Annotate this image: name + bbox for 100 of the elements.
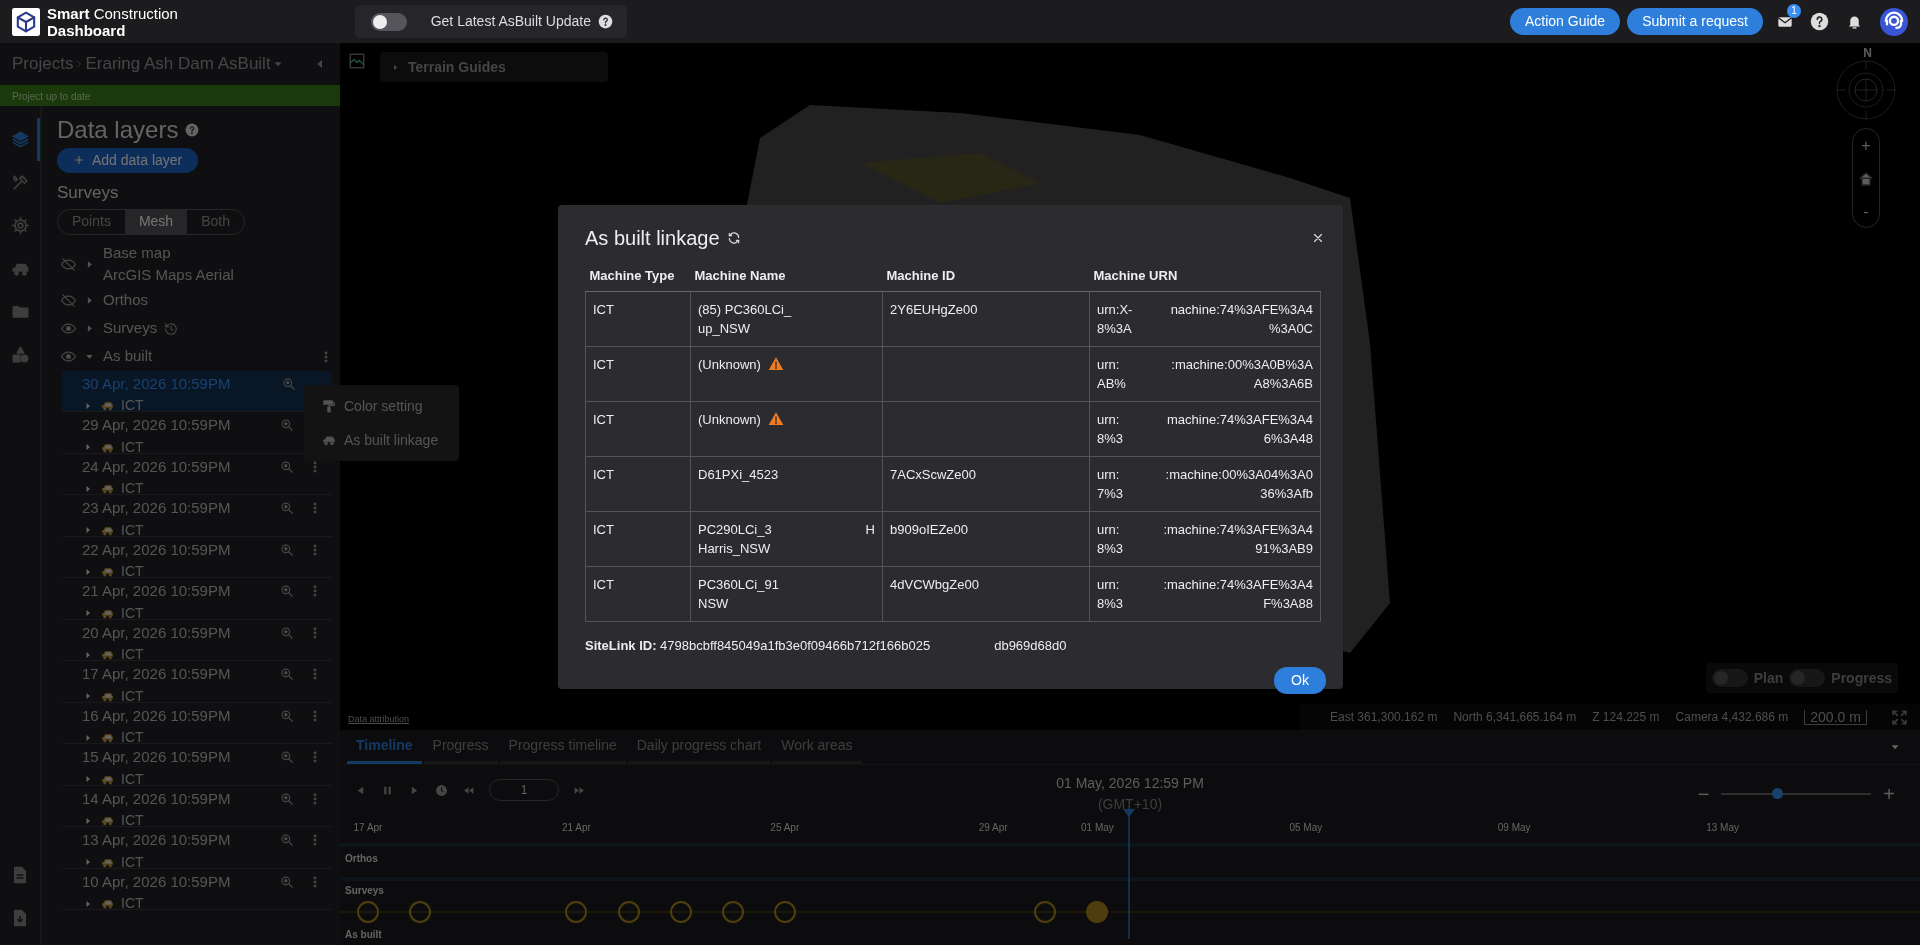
layer-source: ArcGIS Maps Aerial (103, 265, 234, 285)
search-icon[interactable] (280, 874, 294, 889)
clock-icon[interactable] (435, 783, 448, 797)
table-cell: 7ACxScwZe00 (882, 456, 1090, 511)
search-icon[interactable] (280, 625, 294, 640)
survey-marker[interactable] (409, 901, 432, 923)
search-icon[interactable] (280, 542, 294, 557)
help-icon[interactable] (1810, 12, 1829, 31)
hidden-eye-icon[interactable] (61, 256, 76, 272)
coordinate-readout: East 361,300.162 m (1330, 709, 1438, 726)
table-cell-text: urn: (1097, 575, 1120, 594)
survey-marker[interactable] (669, 901, 692, 923)
axis-label: 21 Apr (561, 821, 591, 835)
survey-marker[interactable] (565, 901, 588, 923)
search-icon[interactable] (280, 459, 294, 474)
step-field[interactable]: 1 (489, 779, 559, 801)
search-icon[interactable] (280, 750, 294, 765)
tools-icon[interactable] (10, 173, 30, 192)
survey-date: 23 Apr, 2026 10:59PM (82, 498, 231, 518)
eye-icon[interactable] (61, 349, 76, 364)
survey-row[interactable]: 13 Apr, 2026 10:59PM ICT (62, 827, 332, 869)
download-document-icon[interactable] (11, 908, 29, 927)
axis-label: 01 May (1081, 821, 1114, 835)
vehicle-icon (101, 897, 114, 910)
mode-tab[interactable]: Mesh (124, 209, 188, 234)
machine-type: ICT (121, 562, 144, 581)
search-icon[interactable] (280, 584, 294, 599)
survey-row[interactable]: 23 Apr, 2026 10:59PM ICT (62, 495, 332, 537)
survey-row[interactable]: 30 Apr, 2026 10:59PM ICT (62, 370, 332, 412)
survey-row[interactable]: 10 Apr, 2026 10:59PM ICT (62, 868, 332, 910)
close-icon[interactable] (1311, 231, 1325, 245)
action-button[interactable]: Submit a request (1627, 8, 1763, 35)
survey-date: 14 Apr, 2026 10:59PM (82, 788, 231, 809)
map-toggle[interactable] (1789, 669, 1826, 687)
eye-icon[interactable] (61, 321, 76, 336)
map-toggle[interactable] (1711, 669, 1748, 687)
survey-row[interactable]: 14 Apr, 2026 10:59PM ICT (62, 785, 332, 827)
search-icon[interactable] (280, 791, 294, 806)
survey-marker[interactable] (357, 901, 379, 923)
search-icon[interactable] (280, 501, 294, 516)
settings-icon[interactable] (10, 216, 30, 235)
survey-row[interactable]: 21 Apr, 2026 10:59PM ICT (62, 578, 332, 620)
zoom-in-button[interactable]: + (1883, 779, 1895, 809)
survey-row[interactable]: 22 Apr, 2026 10:59PM ICT (62, 536, 332, 578)
row-label: Orthos (345, 852, 378, 866)
fullscreen-icon[interactable] (1890, 708, 1908, 726)
add-layer-button[interactable]: Add data layer (57, 147, 199, 173)
survey-date: 24 Apr, 2026 10:59PM (82, 456, 231, 477)
panel-title: Data layers (57, 116, 179, 144)
table-cell-text: (85) PC360LCi_ (698, 300, 792, 319)
document-icon[interactable] (11, 865, 29, 884)
survey-marker[interactable] (1034, 901, 1057, 923)
table-cell-text: :machine:00%3A0B%3A (1171, 355, 1313, 374)
table-cell-text: nachine:74%3AFE%3A4 (1170, 300, 1313, 319)
axis-label: 09 May (1497, 821, 1531, 835)
column-header: Machine Type (585, 266, 691, 291)
zoom-in-button[interactable]: + (1853, 129, 1879, 162)
survey-marker[interactable] (721, 901, 744, 923)
paint-roller-icon (322, 399, 336, 413)
survey-marker[interactable] (1086, 901, 1109, 923)
ok-button[interactable]: Ok (1274, 667, 1326, 694)
survey-row[interactable]: 15 Apr, 2026 10:59PM ICT (62, 744, 332, 786)
table-cell-text: 6%3A48 (1263, 429, 1313, 448)
search-icon[interactable] (282, 376, 296, 391)
brand-title: Smart Construction (47, 4, 178, 22)
survey-row[interactable]: 17 Apr, 2026 10:59PM ICT (62, 661, 332, 703)
survey-row[interactable]: 20 Apr, 2026 10:59PM ICT (62, 619, 332, 661)
home-icon[interactable] (1858, 170, 1874, 187)
survey-marker[interactable] (617, 901, 640, 923)
shapes-icon[interactable] (10, 345, 30, 364)
action-button[interactable]: Action Guide (1510, 8, 1621, 35)
table-cell: ICT (585, 456, 691, 511)
table-cell-text: machine:74%3AFE%3A4 (1167, 410, 1313, 429)
timeline-tab[interactable]: Timeline (347, 729, 422, 764)
vehicle-icon (101, 731, 114, 744)
table-cell-text: 8%3 (1097, 539, 1124, 558)
survey-date: 22 Apr, 2026 10:59PM (82, 539, 231, 560)
terrain-guides-panel[interactable]: Terrain Guides (380, 52, 608, 82)
survey-row[interactable]: 16 Apr, 2026 10:59PM ICT (62, 702, 332, 744)
table-cell-text: urn: (1097, 465, 1120, 484)
machine-type: ICT (121, 811, 144, 830)
zoom-out-button[interactable]: − (1697, 779, 1710, 809)
attribution-link[interactable]: Data attribution (348, 712, 410, 726)
table-cell-text: :machine:00%3A04%3A0 (1165, 465, 1313, 484)
search-icon[interactable] (280, 833, 294, 848)
survey-date: 21 Apr, 2026 10:59PM (82, 581, 231, 601)
survey-marker[interactable] (773, 901, 796, 923)
dialog-title: As built linkage (585, 226, 720, 251)
refresh-icon[interactable] (726, 231, 741, 245)
search-icon[interactable] (280, 708, 294, 723)
zoom-out-button[interactable]: - (1853, 195, 1879, 228)
avatar-icon[interactable] (1880, 7, 1908, 36)
update-toggle[interactable] (371, 12, 407, 31)
help-icon[interactable] (598, 14, 613, 29)
search-icon[interactable] (280, 667, 294, 682)
compass-icon[interactable] (1836, 60, 1896, 120)
hidden-eye-icon[interactable] (61, 293, 76, 308)
layers-icon[interactable] (10, 130, 30, 149)
history-icon[interactable] (164, 321, 179, 336)
search-icon[interactable] (280, 418, 294, 433)
